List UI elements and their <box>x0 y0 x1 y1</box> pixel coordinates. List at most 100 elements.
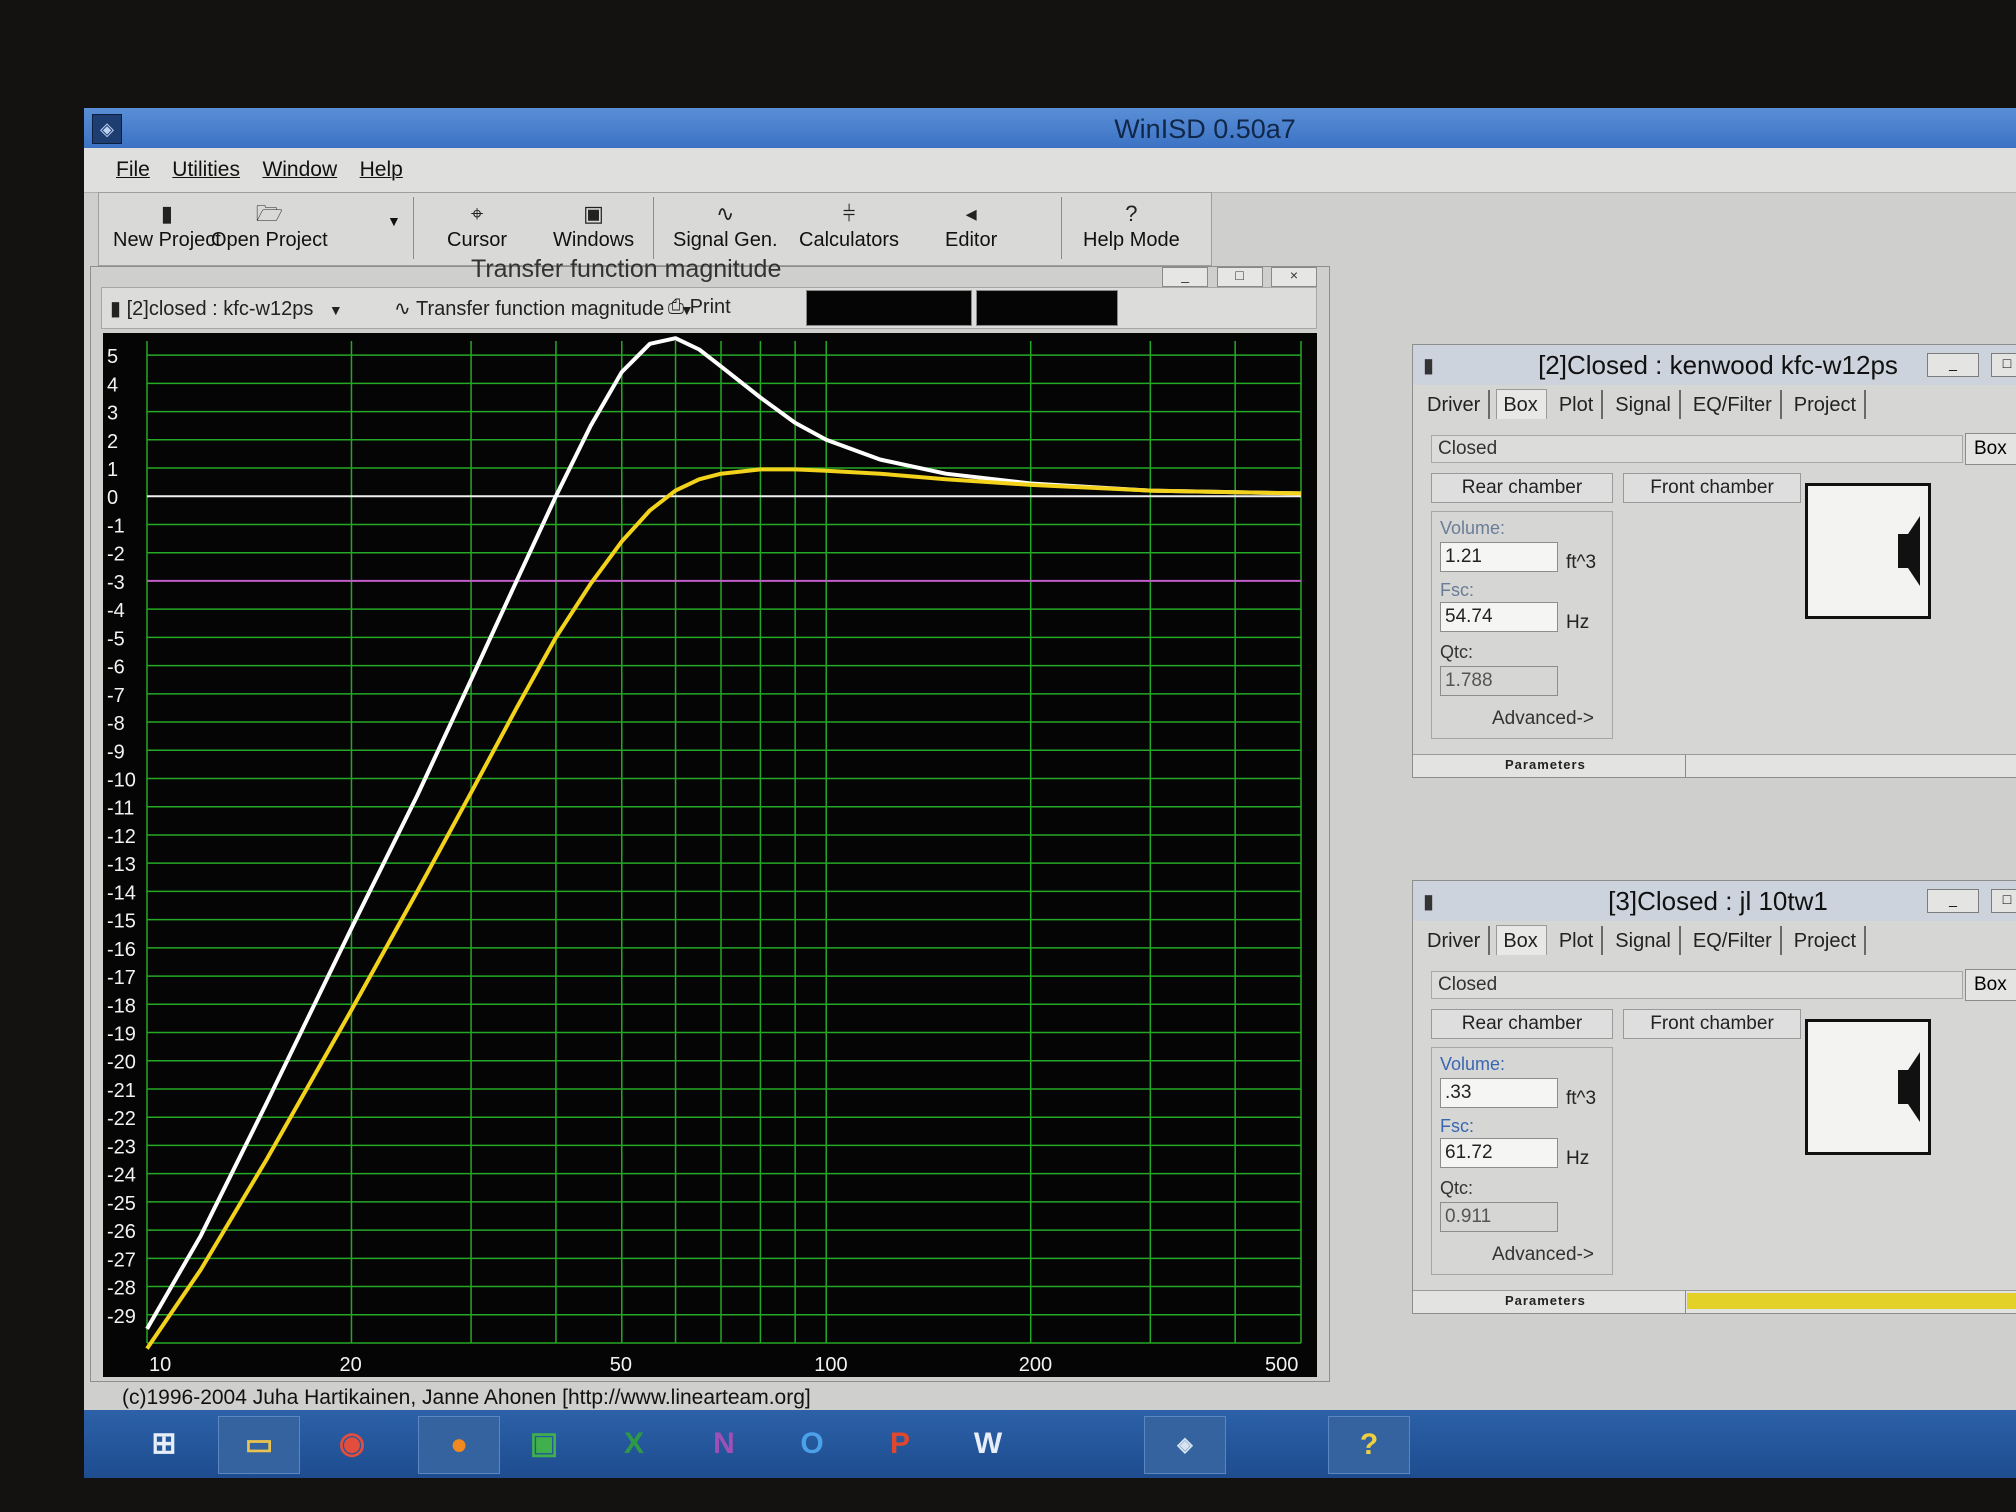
rear-chamber-tab[interactable]: Rear chamber <box>1431 1009 1613 1039</box>
y-tick-label: 5 <box>107 346 118 368</box>
y-tick-label: -12 <box>107 826 136 848</box>
calculators-label: Calculators <box>799 229 900 251</box>
chrome-icon[interactable]: ◉ <box>312 1416 392 1472</box>
volume-input[interactable]: .33 <box>1440 1078 1558 1108</box>
windows-start-icon[interactable]: ⊞ <box>124 1416 204 1472</box>
y-tick-label: -3 <box>107 572 125 594</box>
advanced-link[interactable]: Advanced-> <box>1492 1244 1594 1266</box>
y-tick-label: -4 <box>107 600 125 622</box>
powerpoint-icon[interactable]: P <box>860 1416 940 1472</box>
speaker-icon: ▮ <box>1423 355 1435 377</box>
status-divider <box>1685 1291 1686 1313</box>
front-chamber-tab[interactable]: Front chamber <box>1623 473 1801 503</box>
front-chamber-tab[interactable]: Front chamber <box>1623 1009 1801 1039</box>
open-project-dropdown-icon[interactable]: ▼ <box>387 213 401 229</box>
y-tick-label: 0 <box>107 487 118 509</box>
tab-box[interactable]: Box <box>1496 925 1547 955</box>
maximize-button[interactable]: □ <box>1991 353 2016 377</box>
file-explorer-icon[interactable]: ▭ <box>218 1416 300 1474</box>
cursor-button[interactable]: ⌖ Cursor <box>447 199 507 252</box>
firefox-icon[interactable]: ● <box>418 1416 500 1474</box>
box-type-field[interactable]: Closed <box>1431 435 1963 463</box>
new-project-label: New Project <box>113 229 221 251</box>
tab-eq-filter[interactable]: EQ/Filter <box>1687 926 1782 955</box>
windows-button[interactable]: ▣ Windows <box>553 199 634 252</box>
tab-plot[interactable]: Plot <box>1553 390 1604 419</box>
menu-file[interactable]: File <box>116 158 150 182</box>
volume-input[interactable]: 1.21 <box>1440 542 1558 572</box>
box-type-field[interactable]: Closed <box>1431 971 1963 999</box>
signal-gen-button[interactable]: ∿ Signal Gen. <box>673 199 778 252</box>
calculators-button[interactable]: ⫩ Calculators <box>799 199 899 252</box>
tab-driver[interactable]: Driver <box>1421 926 1491 955</box>
onenote-icon[interactable]: N <box>684 1416 764 1472</box>
store-icon[interactable]: ▣ <box>504 1416 584 1472</box>
new-project-button[interactable]: ▮ New Project <box>113 199 221 252</box>
maximize-button[interactable]: □ <box>1216 267 1263 287</box>
plot-type-select[interactable]: ∿ Transfer function magnitude ▼ <box>394 296 694 321</box>
tab-project[interactable]: Project <box>1788 926 1867 955</box>
winisd-icon[interactable]: ◈ <box>1144 1416 1226 1474</box>
plot-window: Transfer function magnitude _ □ × ▮ [2]c… <box>90 255 1330 1382</box>
minimize-button[interactable]: _ <box>1927 889 1979 913</box>
box-button[interactable]: Box <box>1965 969 2016 1001</box>
panel-title: [3]Closed : jl 10tw1 <box>1413 881 2016 921</box>
excel-icon[interactable]: X <box>594 1416 674 1472</box>
toolbar-separator <box>653 197 654 259</box>
speaker-icon: ◂ <box>965 201 977 226</box>
menu-window[interactable]: Window <box>262 158 337 182</box>
open-project-button[interactable]: 🗁 Open Project <box>211 199 328 252</box>
project-select[interactable]: ▮ [2]closed : kfc-w12ps ▼ <box>110 296 343 321</box>
x-tick-label: 10 <box>149 1354 171 1376</box>
fsc-input[interactable]: 61.72 <box>1440 1138 1558 1168</box>
tab-signal[interactable]: Signal <box>1609 926 1681 955</box>
open-project-label: Open Project <box>211 229 328 251</box>
minimize-button[interactable]: _ <box>1927 353 1979 377</box>
help-mode-button[interactable]: ? Help Mode <box>1083 199 1180 252</box>
word-icon[interactable]: W <box>948 1416 1028 1472</box>
maximize-button[interactable]: □ <box>1991 889 2016 913</box>
close-button[interactable]: × <box>1271 267 1317 287</box>
transfer-function-chart[interactable]: 543210-1-2-3-4-5-6-7-8-9-10-11-12-13-14-… <box>103 333 1317 1377</box>
tab-project[interactable]: Project <box>1788 390 1867 419</box>
tab-plot[interactable]: Plot <box>1553 926 1604 955</box>
outlook-icon[interactable]: O <box>772 1416 852 1472</box>
y-tick-label: -18 <box>107 995 136 1017</box>
progress-fill <box>1687 1293 2016 1309</box>
y-tick-label: 4 <box>107 374 118 396</box>
y-tick-label: -5 <box>107 628 125 650</box>
menu-utilities[interactable]: Utilities <box>172 158 240 182</box>
cursor-label: Cursor <box>447 229 508 251</box>
editor-button[interactable]: ◂ Editor <box>945 199 997 252</box>
volume-unit: ft^3 <box>1566 552 1597 573</box>
y-tick-label: -8 <box>107 713 125 735</box>
box-button[interactable]: Box <box>1965 433 2016 465</box>
tab-box[interactable]: Box <box>1496 389 1547 419</box>
tab-eq-filter[interactable]: EQ/Filter <box>1687 390 1782 419</box>
help-icon[interactable]: ? <box>1328 1416 1410 1474</box>
rear-chamber-tab[interactable]: Rear chamber <box>1431 473 1613 503</box>
fsc-unit: Hz <box>1566 612 1590 633</box>
print-label: Print <box>689 296 731 318</box>
tab-signal[interactable]: Signal <box>1609 390 1681 419</box>
y-tick-label: -27 <box>107 1249 136 1271</box>
print-button[interactable]: ⎙ Print <box>668 296 731 319</box>
y-tick-label: 1 <box>107 459 118 481</box>
fsc-input[interactable]: 54.74 <box>1440 602 1558 632</box>
enclosure-speaker-icon <box>1898 516 1920 586</box>
plot-toolbar: ▮ [2]closed : kfc-w12ps ▼ ∿ Transfer fun… <box>101 287 1317 329</box>
parameters-status: Parameters <box>1505 757 1586 772</box>
y-tick-label: -26 <box>107 1221 136 1243</box>
box-diagram <box>1805 1019 1931 1155</box>
fsc-label: Fsc: <box>1440 1116 1474 1136</box>
x-tick-label: 500 <box>1265 1354 1298 1376</box>
menu-help[interactable]: Help <box>360 158 403 182</box>
plot-type-value: Transfer function magnitude <box>415 298 665 320</box>
advanced-link[interactable]: Advanced-> <box>1492 708 1594 730</box>
minimize-button[interactable]: _ <box>1162 267 1209 287</box>
volume-unit: ft^3 <box>1566 1088 1597 1109</box>
wave-icon: ∿ <box>394 298 411 320</box>
copyright-status: (c)1996-2004 Juha Hartikainen, Janne Aho… <box>122 1386 811 1409</box>
folder-open-icon: 🗁 <box>255 201 283 226</box>
tab-driver[interactable]: Driver <box>1421 390 1491 419</box>
